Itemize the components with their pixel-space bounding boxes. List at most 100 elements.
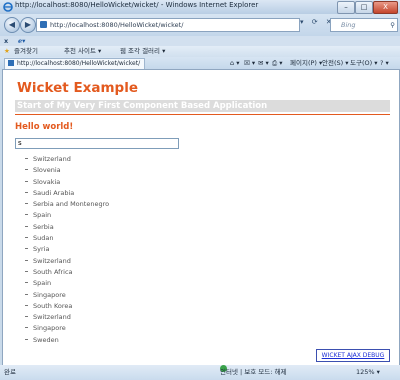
list-item[interactable]: Serbia (25, 222, 109, 233)
tab-title: http://localhost:8080/HelloWicket/wicket… (17, 60, 141, 67)
list-item-label: Serbia and Montenegro (33, 200, 110, 209)
list-item[interactable]: South Africa (25, 267, 109, 278)
url-input[interactable]: http://localhost:8080/HelloWicket/wicket… (36, 18, 300, 32)
search-icon[interactable]: ⚲ (390, 19, 395, 31)
bullet-icon (25, 316, 28, 318)
list-item-label: Serbia (33, 222, 54, 231)
bullet-icon (25, 293, 28, 295)
bullet-icon (25, 203, 28, 205)
title-bar: http://localhost:8080/HelloWicket/wicket… (0, 0, 400, 15)
list-item[interactable]: Singapore (25, 290, 109, 301)
list-item[interactable]: Saudi Arabia (25, 188, 109, 199)
bullet-icon (25, 180, 28, 182)
bullet-icon (25, 304, 28, 306)
minimize-button[interactable]: – (337, 1, 355, 14)
page-icon (40, 21, 47, 28)
safety-menu[interactable]: 안전(S) ▾ (322, 57, 349, 69)
bullet-icon (25, 158, 28, 159)
back-button[interactable]: ◀ (4, 17, 20, 33)
tab-page-icon (8, 60, 14, 66)
list-item[interactable]: Sweden (25, 335, 109, 346)
ie-logo-icon (3, 2, 13, 12)
list-item[interactable]: Switzerland (25, 154, 109, 165)
menu-bar: x ℯ▾ (0, 36, 400, 46)
list-item-label: Switzerland (33, 155, 71, 163)
bullet-icon (25, 270, 28, 272)
bullet-icon (25, 225, 28, 227)
zone-label: 인터넷 | 보호 모드: 해제 (220, 368, 287, 376)
list-item[interactable]: Slovenia (25, 165, 109, 176)
tab-active[interactable]: http://localhost:8080/HelloWicket/wicket… (4, 58, 145, 69)
browser-window: http://localhost:8080/HelloWicket/wicket… (0, 0, 400, 380)
list-item[interactable]: Slovakia (25, 177, 109, 188)
tools-menu[interactable]: 도구(O) ▾ (350, 57, 377, 69)
back-arrow-icon: ◀ (8, 20, 16, 29)
list-item[interactable]: Syria (25, 244, 109, 255)
suggested-sites-button[interactable]: 추천 사이트 ▾ (64, 46, 101, 57)
close-window-button[interactable]: X (373, 1, 398, 14)
list-item[interactable]: Spain (25, 210, 109, 221)
search-input[interactable]: Bing ⚲ (330, 18, 398, 32)
bullet-icon (25, 259, 28, 261)
bullet-icon (25, 169, 28, 171)
forward-button[interactable]: ▶ (20, 17, 36, 33)
tab-bar: http://localhost:8080/HelloWicket/wicket… (0, 57, 400, 69)
list-item-label: South Korea (33, 301, 73, 310)
list-item-label: Syria (33, 245, 50, 254)
favorites-bar: ★ 즐겨찾기 추천 사이트 ▾ 웹 조각 갤러리 ▾ (0, 46, 400, 57)
print-button[interactable]: ⎙ ▾ (272, 57, 283, 69)
address-bar: ◀ ▶ http://localhost:8080/HelloWicket/wi… (0, 14, 400, 36)
list-item-label: Singapore (33, 324, 66, 333)
page-subtitle: Start of My Very First Component Based A… (15, 100, 390, 112)
list-item-label: Spain (33, 279, 52, 288)
mail-button[interactable]: ✉ ▾ (258, 57, 269, 69)
list-item-label: Switzerland (33, 313, 71, 322)
page-menu[interactable]: 페이지(P) ▾ (290, 57, 322, 69)
autocomplete-input[interactable]: s (15, 138, 179, 149)
bullet-icon (25, 282, 28, 284)
list-item[interactable]: Switzerland (25, 312, 109, 323)
list-item[interactable]: Serbia and Montenegro (25, 199, 109, 210)
list-item-label: Switzerland (33, 256, 71, 265)
list-item-label: Saudi Arabia (33, 188, 75, 197)
page-content: Wicket Example Start of My Very First Co… (2, 69, 400, 367)
list-item-label: Slovenia (33, 166, 61, 175)
bullet-icon (25, 191, 28, 193)
list-item-label: Slovakia (33, 177, 61, 186)
forward-arrow-icon: ▶ (24, 20, 32, 29)
page-title: Wicket Example (17, 80, 138, 96)
favorites-button[interactable]: 즐겨찾기 (14, 46, 38, 57)
web-slice-gallery-button[interactable]: 웹 조각 갤러리 ▾ (120, 46, 165, 57)
maximize-button[interactable]: □ (355, 1, 373, 14)
bullet-icon (25, 248, 28, 250)
zoom-control[interactable]: 125% ▾ (356, 365, 380, 380)
list-item-label: Sweden (33, 335, 59, 344)
list-item[interactable]: Switzerland (25, 256, 109, 267)
list-item-label: Spain (33, 211, 52, 220)
window-title: http://localhost:8080/HelloWicket/wicket… (15, 1, 259, 9)
list-item[interactable]: South Korea (25, 301, 109, 312)
list-item[interactable]: Sudan (25, 233, 109, 244)
bullet-icon (25, 327, 28, 329)
status-bar: 완료 인터넷 | 보호 모드: 해제 125% ▾ (0, 365, 400, 380)
feeds-button[interactable]: ☒ ▾ (244, 57, 255, 69)
bullet-icon (25, 338, 28, 340)
list-item-label: Singapore (33, 290, 66, 299)
help-menu[interactable]: ? ▾ (380, 57, 389, 69)
url-text: http://localhost:8080/HelloWicket/wicket… (50, 21, 184, 29)
list-item-label: South Africa (33, 267, 73, 276)
hello-label: Hello world! (15, 122, 74, 132)
ie-menu-icon[interactable]: ℯ▾ (18, 36, 25, 46)
status-text: 완료 (4, 368, 16, 376)
bullet-icon (25, 237, 28, 239)
autocomplete-list: Switzerland Slovenia Slovakia Saudi Arabia S… (25, 154, 109, 346)
list-item[interactable]: Spain (25, 278, 109, 289)
home-button[interactable]: ⌂ ▾ (230, 57, 239, 69)
close-toolbar-icon[interactable]: x (4, 36, 8, 46)
heading-divider (15, 114, 390, 115)
favorites-star-icon[interactable]: ★ (4, 46, 10, 57)
list-item[interactable]: Singapore (25, 323, 109, 334)
bullet-icon (25, 214, 28, 216)
wicket-ajax-debug-link[interactable]: WICKET AJAX DEBUG (316, 349, 390, 362)
search-placeholder: Bing (341, 21, 356, 29)
